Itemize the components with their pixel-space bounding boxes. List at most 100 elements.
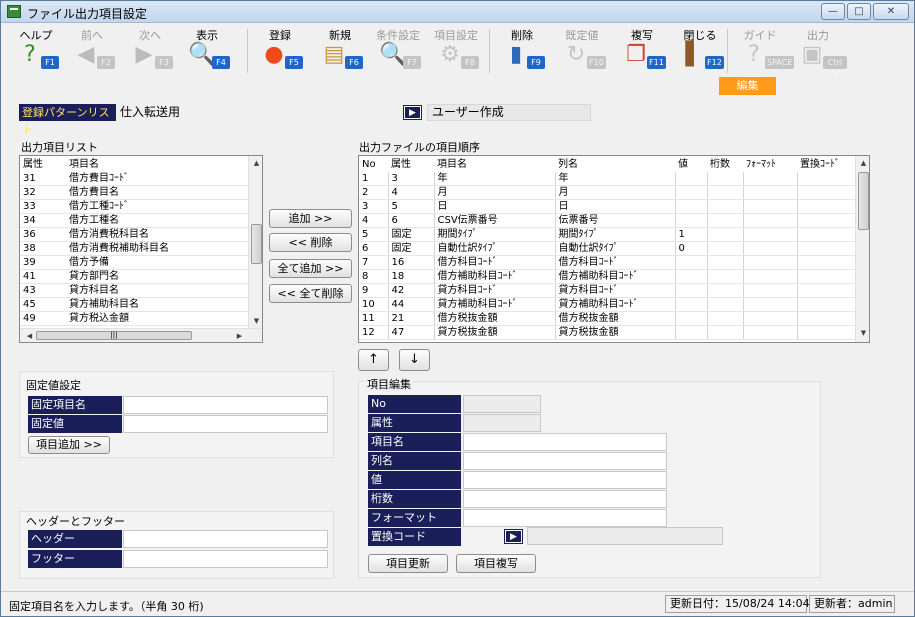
table-row[interactable]: 7 16 借方科目ｺｰﾄﾞ 借方科目ｺｰﾄﾞ <box>359 255 856 270</box>
toolbar-search-condition-button[interactable]: 条件設定 🔍 F7 <box>369 25 427 75</box>
column-header[interactable]: 項目名 <box>434 156 555 172</box>
toolbar-arrow-right-button[interactable]: 次へ ▶ F3 <box>121 25 179 75</box>
pattern-dropdown-icon[interactable]: ▶ <box>403 105 422 120</box>
function-key-badge: Ctrl P <box>823 56 847 80</box>
toolbar-output-button[interactable]: 出力 ▣ Ctrl P <box>789 25 847 80</box>
fixed-value-title: 固定値設定 <box>26 379 81 392</box>
list-item[interactable]: 41 貸方部門名 <box>20 269 248 284</box>
edit-field-label: No <box>368 395 461 413</box>
toolbar-copy-button[interactable]: 複写 ❐ F11 <box>613 25 671 75</box>
scroll-down-icon[interactable]: ▼ <box>856 326 869 340</box>
remove-all-button[interactable]: << 全て削除 <box>269 284 352 303</box>
output-list-vscroll[interactable]: ▲ ▼ <box>248 156 262 328</box>
toolbar-magnifier-button[interactable]: 表示 🔍 F4 <box>178 25 236 75</box>
minimize-button[interactable]: — <box>821 3 845 20</box>
table-row[interactable]: 12 47 貸方税抜金額 貸方税抜金額 <box>359 325 856 340</box>
scroll-up-icon[interactable]: ▲ <box>856 156 869 170</box>
list-item[interactable]: 32 借方費目名 <box>20 185 248 200</box>
add-button[interactable]: 追加 >> <box>269 209 352 228</box>
list-item[interactable]: 38 借方消費税補助科目名 <box>20 241 248 256</box>
table-cell: 借方税抜金額 <box>434 311 556 326</box>
scroll-left-icon[interactable]: ◀ <box>22 329 37 342</box>
table-cell: 10 <box>359 297 389 312</box>
toolbar-gear-button[interactable]: 項目設定 ⚙ F8 <box>427 25 485 75</box>
list-item[interactable]: 33 借方工種ｺｰﾄﾞ <box>20 199 248 214</box>
table-cell: 5 <box>388 199 435 214</box>
move-up-button[interactable]: ↑ <box>358 349 389 371</box>
edit-field-input[interactable] <box>463 433 667 451</box>
column-header[interactable]: 置換ｺｰﾄﾞ <box>797 156 855 172</box>
toolbar-help-button[interactable]: ヘルプ? F1 <box>7 25 65 75</box>
column-header[interactable]: 桁数 <box>707 156 743 172</box>
table-cell <box>707 297 744 312</box>
fixed-value-input[interactable] <box>123 415 328 433</box>
table-row[interactable]: 5 固定 期間ﾀｲﾌﾟ 期間ﾀｲﾌﾟ 1 <box>359 227 856 242</box>
update-item-button[interactable]: 項目更新 <box>368 554 448 573</box>
fixed-name-input[interactable] <box>123 396 328 414</box>
edit-field-input[interactable] <box>463 509 667 527</box>
output-icon: ▣ <box>801 42 823 67</box>
table-row[interactable]: 4 6 CSV伝票番号 伝票番号 <box>359 213 856 228</box>
list-item[interactable]: 39 借方予備 <box>20 255 248 270</box>
replace-code-dropdown-icon[interactable]: ▶ <box>504 529 523 544</box>
table-cell: 3 <box>388 172 435 186</box>
list-item[interactable]: 45 貸方補助科目名 <box>20 297 248 312</box>
table-row[interactable]: 13年年 <box>359 172 856 186</box>
column-header[interactable]: 値 <box>675 156 707 172</box>
toolbar-door-button[interactable]: 閉じる ▌ F12 <box>671 25 729 75</box>
table-row[interactable]: 6 固定 自動仕訳ﾀｲﾌﾟ 自動仕訳ﾀｲﾌﾟ 0 <box>359 241 856 256</box>
copy-item-button[interactable]: 項目複写 <box>456 554 536 573</box>
list-item[interactable]: 43 貸方科目名 <box>20 283 248 298</box>
header-input[interactable] <box>123 530 328 548</box>
output-order-list[interactable]: No 属性 項目名 列名値桁数 ﾌｫｰﾏｯﾄ 置換ｺｰﾄﾞ 1 3 年年 2 4 月月 3 5 日日 4 6 CS… <box>358 155 870 343</box>
pattern-list-value[interactable]: 仕入転送用 <box>118 104 401 121</box>
edit-field-input[interactable] <box>463 452 667 470</box>
table-cell <box>675 283 708 298</box>
toolbar-ok-button[interactable]: 登録 ● F5 <box>251 25 309 75</box>
table-cell <box>797 185 856 200</box>
table-row[interactable]: 10 44 貸方補助科目ｺｰﾄﾞ 貸方補助科目ｺｰﾄﾞ <box>359 297 856 312</box>
output-list-hscroll[interactable]: ◀ ||| ▶ <box>20 328 262 342</box>
table-row[interactable]: 9 42 貸方科目ｺｰﾄﾞ 貸方科目ｺｰﾄﾞ <box>359 283 856 298</box>
list-cell: 49 <box>20 311 66 326</box>
output-item-list[interactable]: 属性 項目名 31 借方費目ｺｰﾄﾞ 32 借方費目名 33 借方工種ｺｰﾄﾞ 34 借方工種名 3… <box>19 155 263 343</box>
scroll-up-icon[interactable]: ▲ <box>249 156 262 170</box>
toolbar-guide-button[interactable]: ガイド? SPACE <box>731 25 795 75</box>
column-header[interactable]: 属性 <box>20 156 66 172</box>
column-header[interactable]: 項目名 <box>66 156 248 172</box>
table-row[interactable]: 24月月 <box>359 185 856 200</box>
scroll-right-icon[interactable]: ▶ <box>232 329 247 342</box>
list-cell: 45 <box>20 297 66 312</box>
column-header[interactable]: 属性 <box>388 156 434 172</box>
column-header[interactable]: ﾌｫｰﾏｯﾄ <box>743 156 797 172</box>
move-down-button[interactable]: ↓ <box>399 349 430 371</box>
footer-input[interactable] <box>123 550 328 568</box>
table-row[interactable]: 35日日 <box>359 199 856 214</box>
column-header[interactable]: 列名 <box>555 156 675 172</box>
order-list-vscroll[interactable]: ▲ ▼ <box>855 156 869 342</box>
list-item[interactable]: 31 借方費目ｺｰﾄﾞ <box>20 172 248 186</box>
column-header[interactable]: No <box>359 156 388 172</box>
table-cell <box>797 283 856 298</box>
remove-button[interactable]: << 削除 <box>269 233 352 252</box>
toolbar-new-document-button[interactable]: 新規 ▤ F6 <box>311 25 369 75</box>
list-item[interactable]: 36 借方消費税科目名 <box>20 227 248 242</box>
edit-field-input[interactable] <box>463 471 667 489</box>
table-cell <box>743 199 798 214</box>
table-cell: 44 <box>388 297 435 312</box>
table-row[interactable]: 11 21 借方税抜金額 借方税抜金額 <box>359 311 856 326</box>
list-item[interactable]: 49 貸方税込金額 <box>20 311 248 326</box>
table-cell <box>707 325 744 340</box>
maximize-button[interactable]: □ <box>847 3 871 20</box>
add-all-button[interactable]: 全て追加 >> <box>269 259 352 278</box>
scroll-down-icon[interactable]: ▼ <box>249 314 262 328</box>
toolbar-refresh-button[interactable]: 既定値 ↻ F10 <box>553 25 611 75</box>
table-row[interactable]: 8 18 借方補助科目ｺｰﾄﾞ 借方補助科目ｺｰﾄﾞ <box>359 269 856 284</box>
edit-field-input[interactable] <box>463 490 667 508</box>
toolbar-arrow-left-button[interactable]: 前へ ◀ F2 <box>63 25 121 75</box>
close-button[interactable]: ✕ <box>873 3 909 20</box>
list-item[interactable]: 34 借方工種名 <box>20 213 248 228</box>
toolbar-trash-button[interactable]: 削除 ▮ F9 <box>493 25 551 75</box>
add-fixed-item-button[interactable]: 項目追加 >> <box>28 436 110 454</box>
table-cell <box>707 172 744 186</box>
